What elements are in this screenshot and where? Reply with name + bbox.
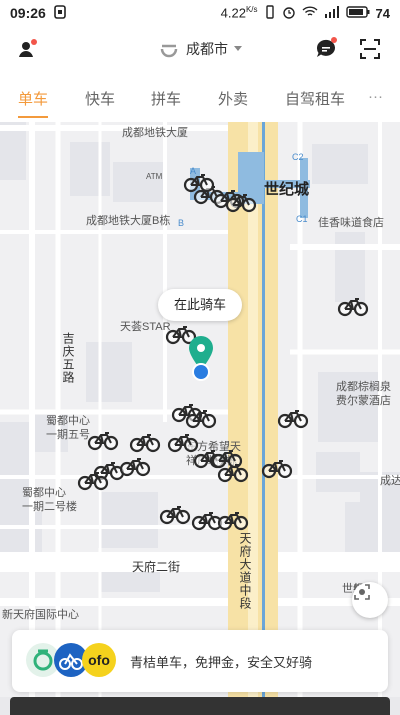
city-name: 成都市	[186, 41, 228, 57]
poi-dongfang-plaza-b: 祥广场A栋	[186, 455, 238, 467]
poi-metro-tower-b: 成都地铁大厦B栋	[86, 215, 171, 227]
map-view[interactable]: 成都地铁大厦 成都地铁大厦B栋 世纪城 佳香味道食店 天荟STAR 吉庆五路 蜀…	[0, 122, 400, 715]
metro-exit-c2: C2	[292, 152, 304, 162]
poi-century-city: 世纪城	[264, 181, 310, 198]
didi-logo-icon	[160, 44, 178, 58]
poi-chengdu-hotel-b: 费尔蒙酒店	[336, 395, 391, 407]
promo-card[interactable]: ofo 青桔单车，免押金，安全又好骑	[12, 630, 388, 692]
tab-delivery[interactable]: 外卖	[218, 88, 248, 109]
locate-icon	[354, 584, 370, 600]
ofo-logo-icon: ofo	[82, 643, 116, 677]
poi-metro-tower: 成都地铁大厦	[122, 127, 188, 139]
road-jiqing-5th: 吉庆五路	[61, 332, 75, 384]
active-tab-indicator	[18, 116, 49, 118]
battery-level: 74	[375, 5, 390, 21]
poi-shudu-center-2b: 一期二号楼	[22, 501, 77, 513]
status-time: 09:26	[10, 5, 46, 21]
alarm-icon	[282, 5, 296, 22]
chevron-down-icon	[234, 46, 242, 51]
network-speed: 4.22K/s	[220, 5, 258, 21]
atm-label: ATM	[146, 172, 163, 181]
city-selector[interactable]: 成都市	[0, 38, 400, 60]
app-header: 成都市	[0, 26, 400, 72]
poi-tianhui-star: 天荟STAR	[120, 321, 171, 333]
ride-here-bubble[interactable]: 在此骑车	[158, 289, 242, 321]
tab-carpool[interactable]: 拼车	[151, 88, 181, 109]
tab-bike[interactable]: 单车	[18, 88, 49, 118]
recenter-button[interactable]	[352, 582, 388, 618]
poi-jiaxiang: 佳香味道食店	[318, 217, 384, 229]
wifi-icon	[302, 5, 318, 21]
promo-text: 青桔单车，免押金，安全又好骑	[130, 655, 313, 670]
status-bar: 09:26 4.22K/s 74	[0, 0, 400, 26]
notification-icon	[54, 4, 66, 22]
metro-exit-a: A	[190, 166, 197, 176]
poi-shudu-center-5b: 一期五号	[46, 429, 90, 441]
tab-more[interactable]: ···	[368, 88, 383, 105]
poi-chengda: 成达	[380, 475, 400, 487]
scan-qr-icon[interactable]	[358, 37, 382, 61]
message-icon[interactable]	[314, 37, 338, 61]
metro-exit-b: B	[178, 218, 185, 228]
pickup-pin-icon[interactable]	[186, 334, 216, 384]
tab-express[interactable]: 快车	[85, 88, 115, 109]
service-tabs: 单车 快车 拼车 外卖 自驾租车 ···	[0, 80, 400, 120]
tab-car-rental[interactable]: 自驾租车	[285, 88, 345, 109]
road-tianfu-avenue: 天府大道中段	[238, 532, 252, 610]
metro-exit-c1: C1	[296, 214, 308, 224]
road-tianfu-2nd: 天府二街	[132, 560, 181, 574]
signal-icon	[324, 5, 340, 21]
battery-icon	[345, 5, 370, 21]
vibrate-icon	[264, 4, 276, 22]
system-nav-bar	[10, 697, 390, 715]
poi-xin-tianfu: 新天府国际中心	[2, 609, 79, 621]
